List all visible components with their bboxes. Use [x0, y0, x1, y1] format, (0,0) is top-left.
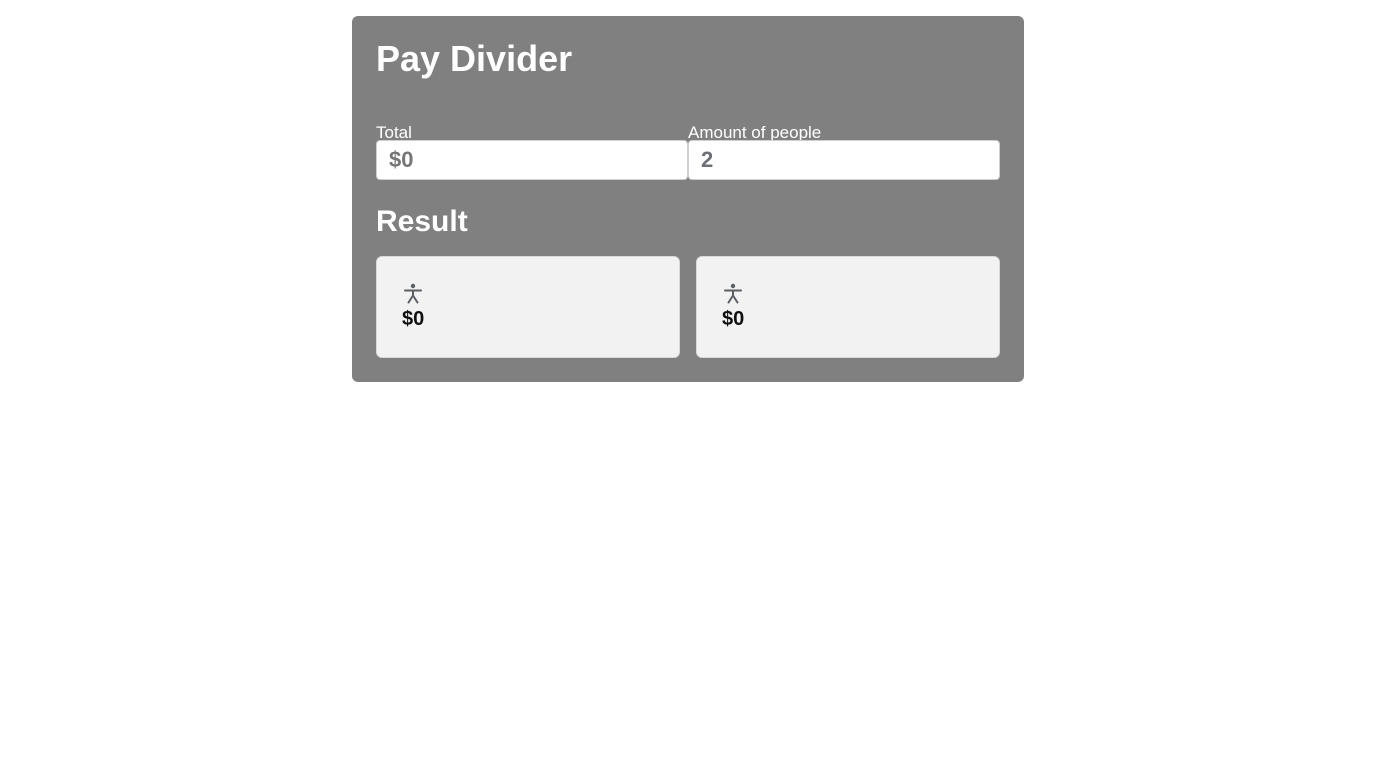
person-share-amount: $0: [722, 308, 745, 330]
page-title: Pay Divider: [376, 38, 573, 79]
person-share-card: $0: [696, 256, 1000, 358]
total-input[interactable]: [376, 140, 688, 180]
person-icon: [723, 283, 743, 305]
pay-divider-panel: Pay Divider Total Amount of people Resul…: [352, 16, 1024, 382]
person-share-amount: $0: [402, 308, 425, 330]
person-icon: [403, 283, 423, 305]
person-share-card: $0: [376, 256, 680, 358]
amount-of-people-input[interactable]: [688, 140, 1000, 180]
result-title: Result: [376, 205, 468, 238]
